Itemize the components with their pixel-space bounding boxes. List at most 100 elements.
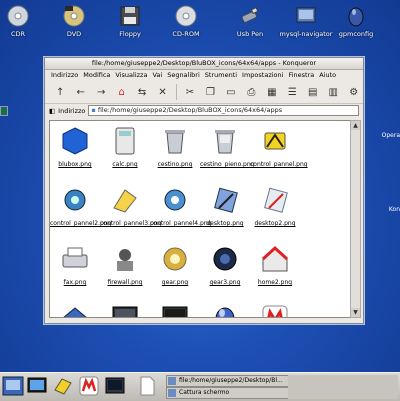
- file-item[interactable]: control_pannel4.png: [150, 184, 211, 234]
- cut-button[interactable]: ✂: [181, 83, 199, 101]
- stop-button[interactable]: ✕: [153, 83, 171, 101]
- file-item[interactable]: gear.png: [150, 243, 200, 293]
- desktop-icon-dvd[interactable]: DVD: [46, 4, 102, 38]
- cut-icon: ✂: [185, 86, 195, 98]
- desktop-icon-cdrom[interactable]: CD-ROM: [158, 4, 214, 38]
- file-item[interactable]: konsole2.png: [100, 302, 150, 317]
- desktop-icon-gpmconfig[interactable]: gpmconfig: [328, 4, 384, 38]
- gear-icon: [163, 247, 187, 271]
- desktop-side-label[interactable]: Opera: [382, 132, 400, 140]
- file-item[interactable]: home2.png: [250, 243, 300, 293]
- window-title[interactable]: file:/home/giuseppe2/Desktop/BluBOX_icon…: [45, 58, 363, 70]
- scroll-down-icon[interactable]: ▼: [351, 308, 360, 317]
- taskbar-task[interactable]: Cattura schermo: [166, 387, 298, 399]
- copy-button[interactable]: ❐: [201, 83, 219, 101]
- file-item[interactable]: desktop2.png: [250, 184, 300, 234]
- file-name: control_pannel.png: [250, 161, 308, 168]
- location-bar: ◧ Indirizzo ▪ file:/home/giuseppe2/Deskt…: [45, 104, 363, 117]
- file-item[interactable]: kfm_home2.png: [50, 302, 100, 317]
- back-button[interactable]: ←: [71, 83, 89, 101]
- menu-finestra[interactable]: Finestra: [288, 70, 314, 81]
- mouse-icon: [215, 307, 235, 317]
- file-item[interactable]: mouse.png: [200, 302, 250, 317]
- menu-vai[interactable]: Vai: [152, 70, 162, 81]
- file-name: home2.png: [257, 279, 293, 286]
- desktop-side-label[interactable]: Kon: [389, 206, 400, 213]
- task-label: file:/home/giuseppe2/Desktop/Bl...: [179, 377, 283, 384]
- file-item: [300, 302, 350, 317]
- forward-button[interactable]: →: [92, 83, 110, 101]
- menu-aiuto[interactable]: Aiuto: [319, 70, 336, 81]
- task-label: Cattura schermo: [179, 389, 230, 396]
- menu-indirizzo[interactable]: Indirizzo: [51, 70, 78, 81]
- menu-strumenti[interactable]: Strumenti: [205, 70, 237, 81]
- menu-segnalibri[interactable]: Segnalibri: [167, 70, 200, 81]
- calc-icon: [115, 127, 135, 155]
- print-button[interactable]: ⎙: [242, 83, 260, 101]
- file-item[interactable]: blubox.png: [50, 125, 100, 175]
- reload-button[interactable]: ⇆: [133, 83, 151, 101]
- file-item[interactable]: control_pannel2.png: [50, 184, 112, 234]
- desktop-2-icon: [264, 187, 288, 213]
- home-button[interactable]: ⌂: [112, 83, 130, 101]
- file-item[interactable]: control_pannel.png: [250, 125, 308, 175]
- usb-pen-icon: [241, 7, 259, 23]
- file-item[interactable]: calc.png: [100, 125, 150, 175]
- control-panel-icon: [264, 132, 286, 150]
- file-name: blubox.png: [58, 161, 92, 168]
- control-panel-2-icon: [64, 189, 86, 211]
- file-item[interactable]: firewall.png: [100, 243, 150, 293]
- file-item[interactable]: gear3.png: [200, 243, 250, 293]
- document-icon[interactable]: [136, 375, 158, 397]
- print-icon: ⎙: [247, 86, 256, 98]
- file-name: gear.png: [161, 279, 189, 286]
- file-item[interactable]: mozilla.png: [250, 302, 300, 317]
- up-button[interactable]: ↑: [51, 83, 69, 101]
- desktop-icon-floppy[interactable]: Floppy: [102, 4, 158, 38]
- scroll-up-icon[interactable]: ▲: [351, 121, 360, 130]
- paste-button[interactable]: ▭: [222, 83, 240, 101]
- view-tree-button[interactable]: ▥: [324, 83, 342, 101]
- file-manager-icon[interactable]: [52, 375, 74, 397]
- terminal-icon[interactable]: [104, 375, 126, 397]
- file-item[interactable]: desktop.png: [200, 184, 250, 234]
- file-item[interactable]: cestino_pieno.png: [200, 125, 254, 175]
- konsole-icon: [112, 306, 138, 317]
- file-view[interactable]: blubox.png calc.png cestino.png cestino_pie…: [49, 120, 353, 318]
- vertical-scrollbar[interactable]: ▲ ▼: [350, 120, 361, 318]
- menu-impostazioni[interactable]: Impostazioni: [242, 70, 283, 81]
- settings-button[interactable]: ⚙: [344, 83, 362, 101]
- desktop-icon-cdr[interactable]: CDR: [0, 4, 46, 38]
- desktop-left-marker: [0, 106, 8, 116]
- kmenu-icon[interactable]: [2, 375, 24, 397]
- file-name: gear3.png: [209, 279, 241, 286]
- desktop-icon-label: CDR: [10, 30, 26, 38]
- file-item[interactable]: konsole_root.png: [150, 302, 200, 317]
- file-item[interactable]: cestino.png: [150, 125, 200, 175]
- desktop-icon-usbpen[interactable]: Usb Pen: [222, 4, 278, 38]
- mouse-icon: [348, 7, 364, 27]
- location-input[interactable]: ▪ file:/home/giuseppe2/Desktop/BluBOX_ic…: [88, 105, 359, 116]
- dvd-icon: [63, 5, 85, 27]
- file-item[interactable]: fax.png: [50, 243, 100, 293]
- file-item: [300, 243, 350, 293]
- file-name: control_pannel2.png: [50, 220, 112, 227]
- menu-bar: Indirizzo Modifica Visualizza Vai Segnal…: [45, 70, 363, 81]
- konsole-root-icon: [162, 306, 188, 317]
- clear-location-icon[interactable]: ◧: [49, 107, 55, 115]
- toolbar-separator: [175, 84, 177, 100]
- location-value: file:/home/giuseppe2/Desktop/BluBOX_icon…: [97, 106, 283, 114]
- copy-icon: ❐: [205, 86, 215, 98]
- kfm-home-icon: [63, 307, 87, 317]
- view-details-button[interactable]: ▤: [304, 83, 322, 101]
- view-icons-button[interactable]: ▦: [263, 83, 281, 101]
- konqueror-window: file:/home/giuseppe2/Desktop/BluBOX_icon…: [44, 57, 364, 324]
- screenshot-icon: [168, 389, 176, 397]
- taskbar-task[interactable]: file:/home/giuseppe2/Desktop/Bl...: [166, 375, 298, 387]
- file-item[interactable]: control_pannel3.png: [100, 184, 161, 234]
- mozilla-icon[interactable]: [78, 375, 100, 397]
- view-list-button[interactable]: ☰: [283, 83, 301, 101]
- desktop-icon[interactable]: [26, 375, 48, 397]
- menu-modifica[interactable]: Modifica: [83, 70, 110, 81]
- menu-visualizza[interactable]: Visualizza: [115, 70, 147, 81]
